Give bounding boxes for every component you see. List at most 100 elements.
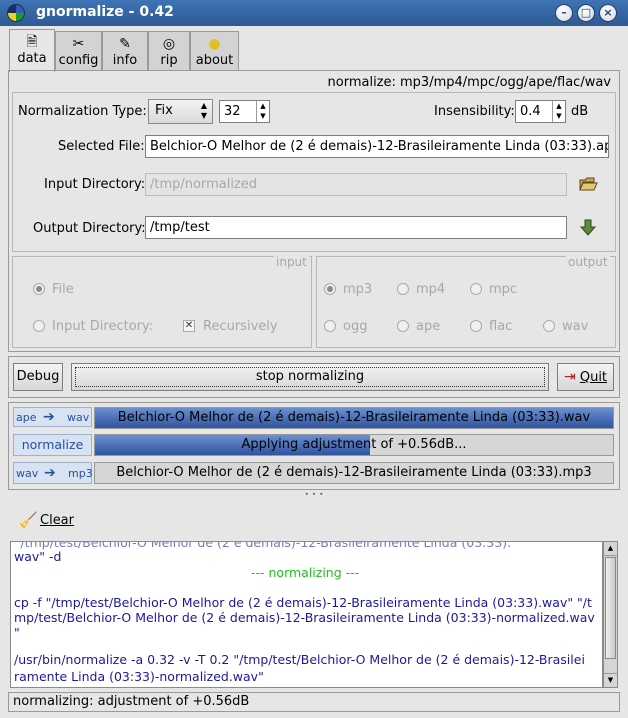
normalize-progress-bar: Applying adjustment of +0.56dB... — [94, 434, 614, 456]
focus-ring — [75, 367, 545, 387]
insensibility-spinner[interactable]: 0.4 ▲ ▼ — [515, 100, 566, 123]
tab-about[interactable]: ● about — [190, 31, 239, 70]
format-radio-mp3[interactable] — [324, 283, 336, 295]
tab-label: config — [58, 53, 99, 68]
input-directory-radio[interactable] — [33, 320, 45, 332]
format-label-mpc: mpc — [489, 282, 518, 297]
output-group-legend: output — [566, 255, 610, 269]
arrow-right-icon: ➔ — [44, 465, 56, 481]
updown-arrows-icon: ▲ ▼ — [200, 101, 207, 120]
recursively-checkbox[interactable]: ✕ — [183, 320, 195, 332]
normalization-level-value: 32 — [224, 104, 241, 119]
output-directory-button[interactable] — [579, 219, 597, 236]
normalization-type-label: Normalization Type: — [18, 104, 147, 119]
format-label-flac: flac — [489, 319, 513, 334]
encode-from: wav — [16, 467, 39, 480]
spin-arrows-icon[interactable]: ▲ ▼ — [256, 101, 269, 122]
scroll-thumb[interactable] — [605, 557, 616, 659]
lightbulb-icon: ● — [208, 36, 221, 52]
normalization-level-spinner[interactable]: 32 ▲ ▼ — [219, 100, 270, 123]
input-directory-radio-label: Input Directory: — [52, 319, 154, 334]
input-directory-field[interactable]: /tmp/normalized — [145, 173, 567, 196]
input-group-legend: input — [274, 255, 309, 269]
log-line: " — [14, 625, 20, 640]
format-radio-mp4[interactable] — [397, 283, 409, 295]
cd-icon: ◎ — [162, 36, 176, 52]
format-radio-flac[interactable] — [470, 320, 482, 332]
normalize-label: normalize — [13, 434, 92, 456]
normalization-type-select[interactable]: Fix ▲ ▼ — [148, 99, 213, 124]
input-directory-label: Input Directory: — [44, 177, 146, 192]
insensibility-label: Insensibility: — [434, 104, 515, 119]
log-line: mp/test/Belchior-O Melhor de (2 é demais… — [14, 610, 595, 625]
log-cut-line: “/tmp/test/Belchior-O Melhor de (2 é dem… — [14, 541, 518, 550]
scroll-down-icon[interactable]: ▼ — [604, 673, 617, 687]
check-icon: ✕ — [184, 320, 194, 331]
folder-open-icon — [579, 177, 598, 191]
log-textview[interactable]: “/tmp/test/Belchior-O Melhor de (2 é dem… — [10, 541, 603, 688]
file-radio-label: File — [52, 282, 74, 297]
quit-button[interactable]: ⇥ Quit — [557, 363, 614, 391]
format-radio-wav[interactable] — [543, 320, 555, 332]
log-line: wav" -d — [14, 549, 62, 564]
clear-label: Clear — [40, 513, 74, 528]
minimize-icon: – — [561, 6, 567, 19]
info-document-icon: ✎ — [119, 36, 131, 52]
app-logo-icon — [7, 4, 25, 22]
tab-label: rip — [160, 53, 178, 68]
format-label-wav: wav — [562, 319, 589, 334]
clear-button[interactable]: 🧹 Clear — [15, 509, 77, 533]
normalize-progress-text: Applying adjustment of +0.56dB... — [241, 437, 467, 452]
minimize-button[interactable]: – — [555, 4, 573, 22]
debug-button[interactable]: Debug — [13, 363, 63, 391]
insensibility-value: 0.4 — [520, 104, 541, 119]
tab-label: info — [112, 53, 138, 68]
decode-to: wav — [67, 411, 90, 424]
title-bar[interactable]: gnormalize - 0.42 – □ × — [0, 0, 628, 26]
quit-label: Quit — [579, 370, 608, 385]
input-group — [12, 256, 312, 348]
insensibility-unit: dB — [571, 104, 589, 119]
tab-config[interactable]: ✂ config — [55, 31, 102, 70]
selected-file-label: Selected File: — [58, 139, 145, 154]
file-radio[interactable] — [33, 283, 45, 295]
arrow-down-icon — [579, 219, 597, 236]
exit-icon: ⇥ — [563, 369, 576, 385]
tab-label: about — [195, 53, 234, 68]
spin-arrows-icon[interactable]: ▲ ▼ — [552, 101, 565, 122]
encode-progress-text: Belchior-O Melhor de (2 é demais)-12-Bra… — [116, 465, 592, 480]
tools-icon: ✂ — [72, 36, 85, 52]
recursively-label: Recursively — [203, 319, 278, 334]
normalization-type-value: Fix — [155, 103, 173, 118]
tab-data[interactable]: 🗎 data — [9, 29, 55, 72]
tab-rip[interactable]: ◎ rip — [148, 31, 190, 70]
log-heading: --- normalizing --- — [251, 565, 360, 580]
format-radio-ape[interactable] — [397, 320, 409, 332]
pane-divider-handle[interactable]: • • • — [0, 491, 628, 499]
format-label-ogg: ogg — [343, 319, 368, 334]
tab-label: data — [17, 51, 47, 66]
maximize-icon: □ — [580, 6, 592, 19]
formats-header: normalize: mp3/mp4/mpc/ogg/ape/flac/wav — [327, 75, 611, 90]
log-line: /usr/bin/normalize -a 0.32 -v -T 0.2 "/t… — [14, 652, 585, 667]
maximize-button[interactable]: □ — [577, 4, 595, 22]
log-line: cp -f "/tmp/test/Belchior-O Melhor de (2… — [14, 595, 592, 610]
format-radio-mpc[interactable] — [470, 283, 482, 295]
output-directory-field[interactable]: /tmp/test — [145, 216, 567, 239]
format-label-ape: ape — [416, 319, 441, 334]
window-title: gnormalize - 0.42 — [36, 4, 174, 20]
encode-progress-bar: Belchior-O Melhor de (2 é demais)-12-Bra… — [94, 462, 614, 484]
stop-normalizing-button[interactable]: stop normalizing — [71, 363, 549, 391]
browse-folder-button[interactable] — [578, 175, 598, 193]
close-button[interactable]: × — [599, 4, 617, 22]
tab-info[interactable]: ✎ info — [102, 31, 148, 70]
selected-file-field[interactable]: Belchior-O Melhor de (2 é demais)-12-Bra… — [145, 135, 609, 158]
format-radio-ogg[interactable] — [324, 320, 336, 332]
output-group — [316, 256, 616, 348]
encode-label: wav ➔ mp3 — [13, 462, 93, 484]
decode-from: ape — [16, 411, 37, 424]
document-icon: 🗎 — [26, 34, 38, 50]
format-label-mp4: mp4 — [416, 282, 446, 297]
scroll-up-icon[interactable]: ▲ — [604, 542, 617, 556]
log-scrollbar[interactable]: ▲ ▼ — [603, 541, 618, 688]
